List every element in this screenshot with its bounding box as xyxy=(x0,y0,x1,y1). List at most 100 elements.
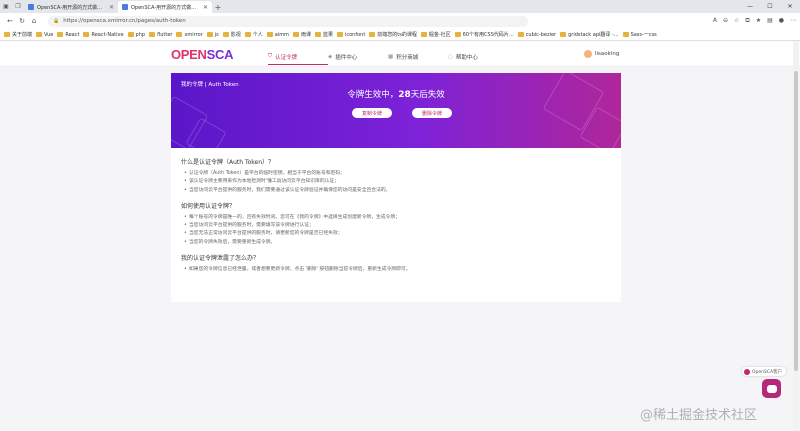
faq-question: 什么是认证令牌（Auth Token）？ xyxy=(181,159,275,166)
bookmark-item[interactable]: 雨课 xyxy=(292,31,311,38)
folder-icon xyxy=(83,32,90,37)
delete-token-button[interactable]: 删除令牌 xyxy=(412,108,452,118)
close-window-icon[interactable]: ✕ xyxy=(780,0,800,13)
faq-item: 当您无法正常访问云平台提供的服务时，请更新您的令牌是否已经失效； xyxy=(181,230,611,239)
bookmark-item[interactable]: 关于前端 xyxy=(4,31,32,38)
faq-item: 认证令牌（Auth Token）是平台的临时密钥，相当于平台的账号和密码； xyxy=(181,170,611,179)
folder-icon xyxy=(176,32,183,37)
nav-item-label: 帮助中心 xyxy=(455,55,478,61)
url-input[interactable]: 🔒 https://opensca.xmirror.cn/pages/auth-… xyxy=(48,15,528,27)
minimize-icon[interactable]: — xyxy=(740,0,760,13)
faq-card: 什么是认证令牌（Auth Token）？ 认证令牌（Auth Token）是平台… xyxy=(171,148,621,302)
workspace-icon[interactable]: ▣ xyxy=(0,0,12,13)
bookmark-item[interactable]: Vue xyxy=(36,32,53,38)
bookmark-item[interactable]: React-Native xyxy=(83,32,124,38)
browser-tab-title: OpenSCA-用开源的方式做开源 xyxy=(131,4,201,11)
folder-icon xyxy=(4,32,10,37)
nav-item-plugins[interactable]: ◈ 插件中心 xyxy=(328,49,388,65)
home-icon[interactable]: ⌂ xyxy=(28,17,40,25)
extension-icon[interactable]: ⧉ xyxy=(745,17,749,25)
bookmark-item[interactable]: 60个有用CSS代码片... xyxy=(454,31,514,38)
close-tab-icon[interactable]: ✕ xyxy=(203,4,208,11)
avatar xyxy=(584,50,592,58)
folder-icon xyxy=(336,32,343,37)
folder-icon xyxy=(560,32,567,37)
site-header: OPENSCA ⛉ 认证令牌 ◈ 插件中心 ▦ 积分商城 ◌ 帮助中心 lisa… xyxy=(0,41,800,67)
favorites-icon[interactable]: ★ xyxy=(756,17,761,25)
bookmark-item[interactable]: 掘金-社区 xyxy=(420,31,451,38)
tab-list-icon[interactable]: ❐ xyxy=(12,0,24,13)
bookmark-item[interactable]: cubic-bezier xyxy=(517,32,556,38)
browser-tab-1[interactable]: OpenSCA-用开源的方式做开源 ✕ xyxy=(24,1,118,13)
user-menu[interactable]: lisaoking xyxy=(584,50,619,58)
folder-icon xyxy=(149,32,156,37)
folder-icon xyxy=(127,32,134,37)
toolbar-icons: A ⊖ ☆ ⧉ ★ ▤ ● ⋯ xyxy=(713,17,796,25)
folder-icon xyxy=(517,32,524,37)
chat-dot-icon xyxy=(744,368,750,375)
faq-item: 当您的令牌失效后，需要重新生成令牌。 xyxy=(181,239,611,248)
folder-icon xyxy=(292,32,299,37)
bookmark-item[interactable]: iconfont xyxy=(336,32,365,38)
nav-item-help[interactable]: ◌ 帮助中心 xyxy=(448,49,508,65)
back-icon[interactable]: ← xyxy=(4,17,16,25)
folder-icon xyxy=(206,32,213,37)
username: lisaoking xyxy=(595,51,620,57)
bookmark-item[interactable]: 蓝果 xyxy=(314,31,333,38)
days-remaining: 28 xyxy=(398,90,411,100)
profile-icon[interactable]: ● xyxy=(779,17,784,25)
opensca-logo[interactable]: OPENSCA xyxy=(171,47,234,62)
bookmark-item[interactable]: 个人 xyxy=(244,31,263,38)
maximize-icon[interactable]: ☐ xyxy=(760,0,780,13)
opensca-favicon-icon xyxy=(122,4,128,10)
folder-icon xyxy=(369,32,376,37)
more-icon[interactable]: ⋯ xyxy=(790,17,796,25)
refresh-icon[interactable]: ↻ xyxy=(16,17,28,25)
opensca-favicon-icon xyxy=(28,4,34,10)
collections-icon[interactable]: ▤ xyxy=(767,17,773,25)
faq-item: 每个账号的令牌是唯一的，且有失效时间。您可在《我的令牌》中选择生成创建新令牌，生… xyxy=(181,214,611,223)
window-controls: — ☐ ✕ xyxy=(740,0,800,13)
faq-question: 如何使用认证令牌？ xyxy=(181,202,236,210)
bookmark-item[interactable]: js xyxy=(206,32,219,38)
folder-icon xyxy=(314,32,321,37)
zoom-icon[interactable]: ⊖ xyxy=(723,17,728,25)
bookmark-item[interactable]: xmirror xyxy=(176,32,203,38)
scrollbar-thumb[interactable] xyxy=(794,71,798,371)
bookmark-item[interactable]: php xyxy=(127,32,145,38)
browser-tab-2[interactable]: OpenSCA-用开源的方式做开源 ✕ xyxy=(118,1,212,13)
folder-icon xyxy=(454,32,461,37)
browser-tab-title: OpenSCA-用开源的方式做开源 xyxy=(37,4,107,11)
copy-token-button[interactable]: 复制令牌 xyxy=(352,108,392,118)
faq-question: 我的认证令牌泄露了怎么办？ xyxy=(181,255,260,263)
shield-icon: ⛉ xyxy=(268,53,273,59)
main-nav: ⛉ 认证令牌 ◈ 插件中心 ▦ 积分商城 ◌ 帮助中心 xyxy=(268,49,508,65)
folder-icon xyxy=(222,32,229,37)
bookmark-item[interactable]: aimm xyxy=(266,32,289,38)
bookmark-item[interactable]: React xyxy=(57,32,79,38)
bookmarks-bar: 关于前端 Vue React React-Native php flutter … xyxy=(0,29,800,41)
nav-item-label: 认证令牌 xyxy=(275,54,298,61)
faq-item: 当您访问云平台提供的服务时，我们需要通过该认证令牌验证并确保您的访问是安全且合法… xyxy=(181,187,611,196)
lock-icon[interactable]: 🔒 xyxy=(53,18,59,24)
faq-item: 当您访问云平台提供的服务时，需要填写该令牌进行认证； xyxy=(181,222,611,231)
bookmark-item[interactable]: flutter xyxy=(149,32,172,38)
token-status: 令牌生效中，28天后失效 xyxy=(347,90,445,100)
nav-item-label: 积分商城 xyxy=(396,55,419,61)
bookmark-item[interactable]: Sass-一css xyxy=(622,31,657,38)
translate-icon[interactable]: A xyxy=(713,17,717,25)
bookmark-item[interactable]: gridstack api翻译 -... xyxy=(560,31,619,38)
nav-item-auth-token[interactable]: ⛉ 认证令牌 xyxy=(268,49,328,65)
chat-button[interactable] xyxy=(762,379,781,398)
bookmark-item[interactable]: 前端您的ts的课程 xyxy=(369,31,417,38)
bookmark-item[interactable]: 影视 xyxy=(222,31,241,38)
star-icon[interactable]: ☆ xyxy=(734,17,739,25)
plugin-icon: ◈ xyxy=(328,54,333,60)
folder-icon xyxy=(244,32,251,37)
customer-service-tag[interactable]: OpenSCA客户 xyxy=(742,367,787,376)
new-tab-button[interactable]: + xyxy=(212,1,224,13)
page-scrollbar[interactable] xyxy=(793,41,799,431)
browser-tab-strip: ▣ ❐ OpenSCA-用开源的方式做开源 ✕ OpenSCA-用开源的方式做开… xyxy=(0,0,800,13)
nav-item-points-mall[interactable]: ▦ 积分商城 xyxy=(388,49,448,65)
close-tab-icon[interactable]: ✕ xyxy=(109,4,114,11)
